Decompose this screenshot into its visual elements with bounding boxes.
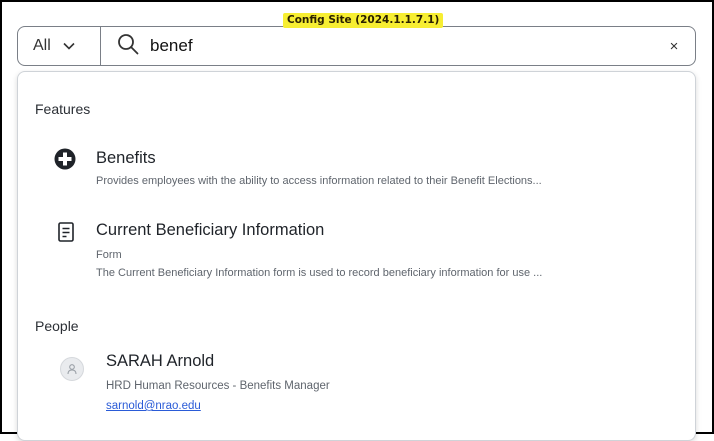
person-role: HRD Human Resources - Benefits Manager — [106, 380, 330, 392]
search-results-dropdown: Features Benefits Provides employees wit… — [17, 71, 696, 441]
close-icon: × — [669, 37, 679, 55]
clear-search-button[interactable]: × — [659, 31, 689, 61]
scope-dropdown[interactable]: All — [18, 27, 101, 65]
result-item-current-beneficiary-information[interactable]: Current Beneficiary Information Form The… — [18, 218, 695, 288]
result-description: Provides employees with the ability to a… — [96, 175, 542, 187]
person-name: SARAH Arnold — [106, 352, 215, 370]
plus-circle-icon — [54, 148, 76, 175]
scope-label: All — [33, 37, 51, 54]
search-bar: All × — [17, 26, 696, 66]
result-type: Form — [96, 249, 122, 261]
person-email-link[interactable]: sarnold@nrao.edu — [106, 400, 201, 412]
chevron-down-icon — [63, 42, 75, 50]
features-section-title: Features — [35, 101, 91, 117]
people-section-title: People — [35, 318, 79, 334]
search-input[interactable] — [148, 35, 632, 57]
result-description: The Current Beneficiary Information form… — [96, 267, 543, 279]
search-query-area — [101, 27, 659, 65]
config-site-badge: Config Site (2024.1.1.7.1) — [283, 13, 444, 28]
user-avatar-icon — [60, 357, 84, 381]
person-item-sarah-arnold[interactable]: SARAH Arnold HRD Human Resources - Benef… — [18, 352, 695, 422]
search-icon — [117, 33, 139, 60]
result-title: Benefits — [96, 149, 156, 167]
result-item-benefits[interactable]: Benefits Provides employees with the abi… — [18, 144, 695, 194]
form-document-icon — [58, 222, 74, 247]
result-title: Current Beneficiary Information — [96, 221, 325, 239]
